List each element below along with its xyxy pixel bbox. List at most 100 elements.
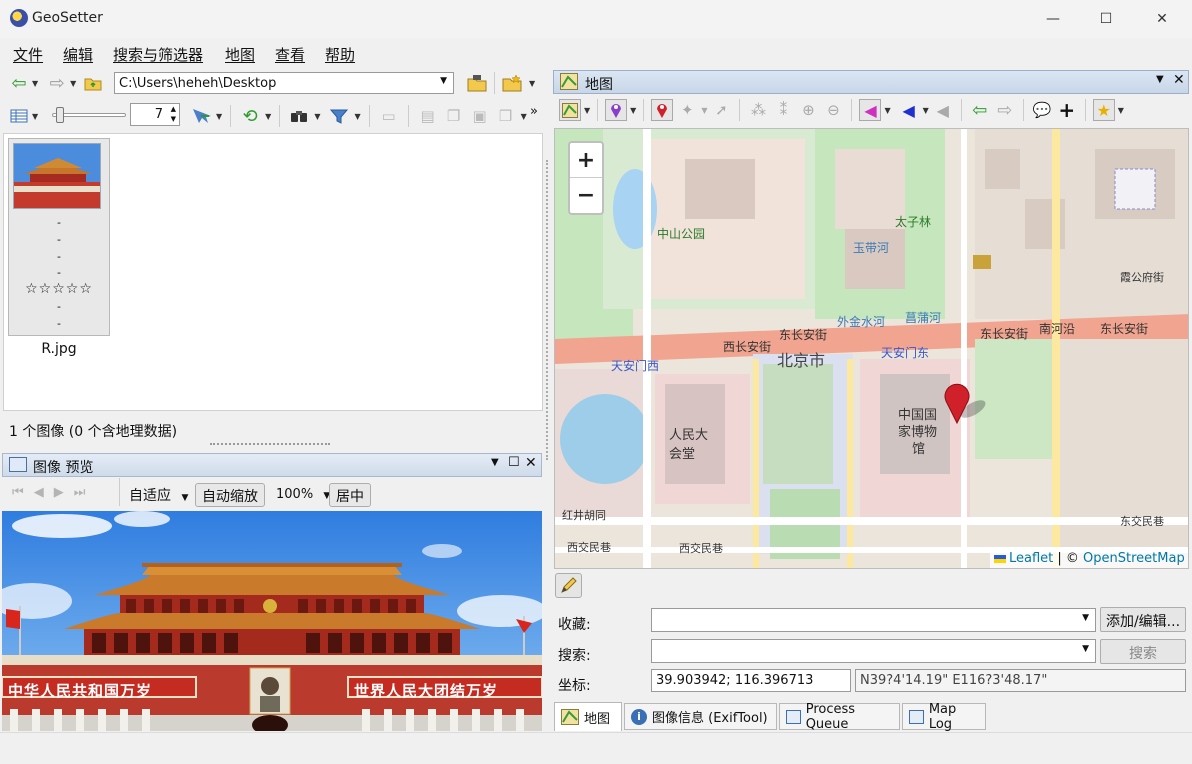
tab-map[interactable]: 地图 <box>554 702 622 731</box>
paste-dropdown-icon[interactable]: ▼ <box>521 112 527 121</box>
menu-edit[interactable]: 编辑 <box>63 44 93 65</box>
menu-search-filter[interactable]: 搜索与筛选器 <box>113 44 203 65</box>
chevron-down-icon[interactable]: ▼ <box>1082 644 1089 654</box>
panel-menu-icon[interactable]: ▼ <box>1156 74 1164 85</box>
menu-file[interactable]: 文件 <box>13 44 43 65</box>
refresh-dropdown-icon[interactable]: ▼ <box>265 112 271 121</box>
binoculars-dropdown-icon[interactable]: ▼ <box>314 112 320 121</box>
next-image-icon[interactable]: ▶ <box>54 485 64 500</box>
marker-remove-dropdown-icon[interactable]: ▼ <box>701 106 707 115</box>
search-button[interactable]: 搜索 <box>1100 639 1186 664</box>
maximize-button[interactable]: ☐ <box>1083 0 1129 38</box>
track-icon[interactable]: ⁂ <box>747 99 769 121</box>
back-dropdown-icon[interactable]: ▼ <box>32 79 38 88</box>
panel-close-icon[interactable]: ✕ <box>1173 72 1185 88</box>
gray-direction-icon[interactable]: ◀ <box>932 99 954 121</box>
marker-set-icon[interactable] <box>605 99 628 121</box>
chevron-down-icon[interactable]: ▼ <box>440 76 447 86</box>
thumbnail-image[interactable] <box>13 143 101 209</box>
slider-handle[interactable] <box>56 107 64 123</box>
zoom-selection-icon[interactable]: ⊖ <box>822 99 844 121</box>
map-forward-arrow-icon[interactable]: ⇨ <box>994 99 1016 121</box>
red-marker-icon[interactable] <box>651 99 674 121</box>
zoom-in-button[interactable]: + <box>570 143 602 178</box>
comment-icon[interactable]: ▤ <box>417 105 439 127</box>
view-mode-icon[interactable] <box>8 105 30 127</box>
crosshair-plus-icon[interactable]: + <box>1056 98 1078 122</box>
chevron-down-icon[interactable]: ▼ <box>181 493 188 503</box>
tab-image-info[interactable]: i 图像信息 (ExifTool) <box>624 703 777 730</box>
path-combobox[interactable]: C:\Users\heheh\Desktop ▼ <box>114 72 454 94</box>
map-back-arrow-icon[interactable]: ⇦ <box>969 99 991 121</box>
forward-dropdown-icon[interactable]: ▼ <box>70 79 76 88</box>
favorite-folder-icon[interactable] <box>501 72 523 94</box>
copy-icon[interactable]: ❐ <box>443 105 465 127</box>
spinner-arrows-icon[interactable]: ▲ ▼ <box>171 104 176 124</box>
zoom-track-icon[interactable]: ⊕ <box>797 99 819 121</box>
paste-special-icon[interactable]: ❒ <box>495 105 517 127</box>
favorite-folder-dropdown-icon[interactable]: ▼ <box>529 79 535 88</box>
map-tiles[interactable] <box>555 129 1189 569</box>
filter-icon[interactable] <box>328 105 350 127</box>
leaflet-link[interactable]: Leaflet <box>1009 551 1053 566</box>
parent-folder-icon[interactable] <box>82 72 104 94</box>
favorites-dropdown-icon[interactable]: ▼ <box>1118 106 1124 115</box>
paste-icon[interactable]: ▣ <box>469 105 491 127</box>
close-button[interactable]: ✕ <box>1139 0 1185 38</box>
minimize-button[interactable]: — <box>1030 0 1076 38</box>
panel-close-icon[interactable]: ✕ <box>525 455 537 471</box>
thumb-size-slider[interactable] <box>52 105 126 125</box>
panel-menu-icon[interactable]: ▼ <box>491 457 499 468</box>
add-edit-button[interactable]: 添加/编辑... <box>1100 607 1186 632</box>
auto-zoom-button[interactable]: 自动缩放 <box>195 483 265 507</box>
marker-go-icon[interactable]: ➚ <box>710 99 732 121</box>
marker-set-dropdown-icon[interactable]: ▼ <box>630 106 636 115</box>
zoom-out-button[interactable]: − <box>570 178 602 213</box>
marker-remove-icon[interactable]: ✦ <box>676 99 698 121</box>
magenta-direction-icon[interactable]: ◀ <box>859 99 882 121</box>
binoculars-icon[interactable] <box>288 105 310 127</box>
favorites-combobox[interactable]: ▼ <box>651 608 1096 632</box>
import-arrow-icon[interactable] <box>190 105 212 127</box>
vertical-splitter[interactable] <box>546 160 549 460</box>
tag-icon[interactable]: ▭ <box>378 105 400 127</box>
decimal-coordinates-field[interactable]: 39.903942; 116.396713 <box>651 669 851 692</box>
tab-map-log[interactable]: Map Log <box>902 702 986 732</box>
track-points-icon[interactable]: ⁑ <box>772 99 794 121</box>
map-type-icon[interactable] <box>559 99 581 121</box>
map-type-dropdown-icon[interactable]: ▼ <box>584 106 590 115</box>
menu-view[interactable]: 查看 <box>275 44 305 65</box>
blue-direction-dropdown-icon[interactable]: ▼ <box>923 106 929 115</box>
search-combobox[interactable]: ▼ <box>651 639 1096 663</box>
chevron-down-icon[interactable]: ▼ <box>1082 613 1089 623</box>
menu-help[interactable]: 帮助 <box>325 44 355 65</box>
toolbar-overflow-icon[interactable]: » <box>530 104 538 119</box>
fit-mode-select[interactable]: 自适应 ▼ <box>129 485 188 505</box>
magenta-direction-dropdown-icon[interactable]: ▼ <box>884 106 890 115</box>
tooltip-icon[interactable]: 💬 <box>1031 99 1053 121</box>
import-dropdown-icon[interactable]: ▼ <box>216 112 222 121</box>
thumb-size-spinner[interactable]: 7 ▲ ▼ <box>130 103 180 126</box>
filter-dropdown-icon[interactable]: ▼ <box>354 112 360 121</box>
center-button[interactable]: 居中 <box>329 483 371 507</box>
blue-direction-icon[interactable]: ◀ <box>898 99 920 121</box>
browse-folder-icon[interactable] <box>466 72 488 94</box>
tab-process-queue[interactable]: Process Queue <box>779 702 900 732</box>
dms-coordinates-field[interactable]: N39?4'14.19" E116?3'48.17" <box>855 669 1186 692</box>
back-arrow-icon[interactable]: ⇦ <box>8 72 30 94</box>
menu-map[interactable]: 地图 <box>225 44 255 65</box>
view-mode-dropdown-icon[interactable]: ▼ <box>32 112 38 121</box>
map-view[interactable]: 中山公园 太子林 玉带河 外金水河 菖蒲河 东长安街 东长安街 东长安街 南河沿… <box>554 128 1189 569</box>
last-image-icon[interactable]: ⏭ <box>74 485 86 500</box>
edit-pencil-button[interactable] <box>555 573 582 598</box>
panel-maximize-icon[interactable]: ☐ <box>508 455 520 470</box>
splitter-handle[interactable] <box>210 443 330 447</box>
first-image-icon[interactable]: ⏮ <box>12 485 24 500</box>
rating-stars[interactable]: ☆☆☆☆☆ <box>8 281 110 297</box>
favorites-star-icon[interactable]: ★ <box>1092 99 1115 121</box>
refresh-icon[interactable]: ⟲ <box>239 105 261 127</box>
forward-arrow-icon[interactable]: ⇨ <box>46 72 68 94</box>
previous-image-icon[interactable]: ◀ <box>34 485 44 500</box>
zoom-level-select[interactable]: 100% ▼ <box>276 487 330 502</box>
osm-link[interactable]: OpenStreetMap <box>1083 551 1185 566</box>
